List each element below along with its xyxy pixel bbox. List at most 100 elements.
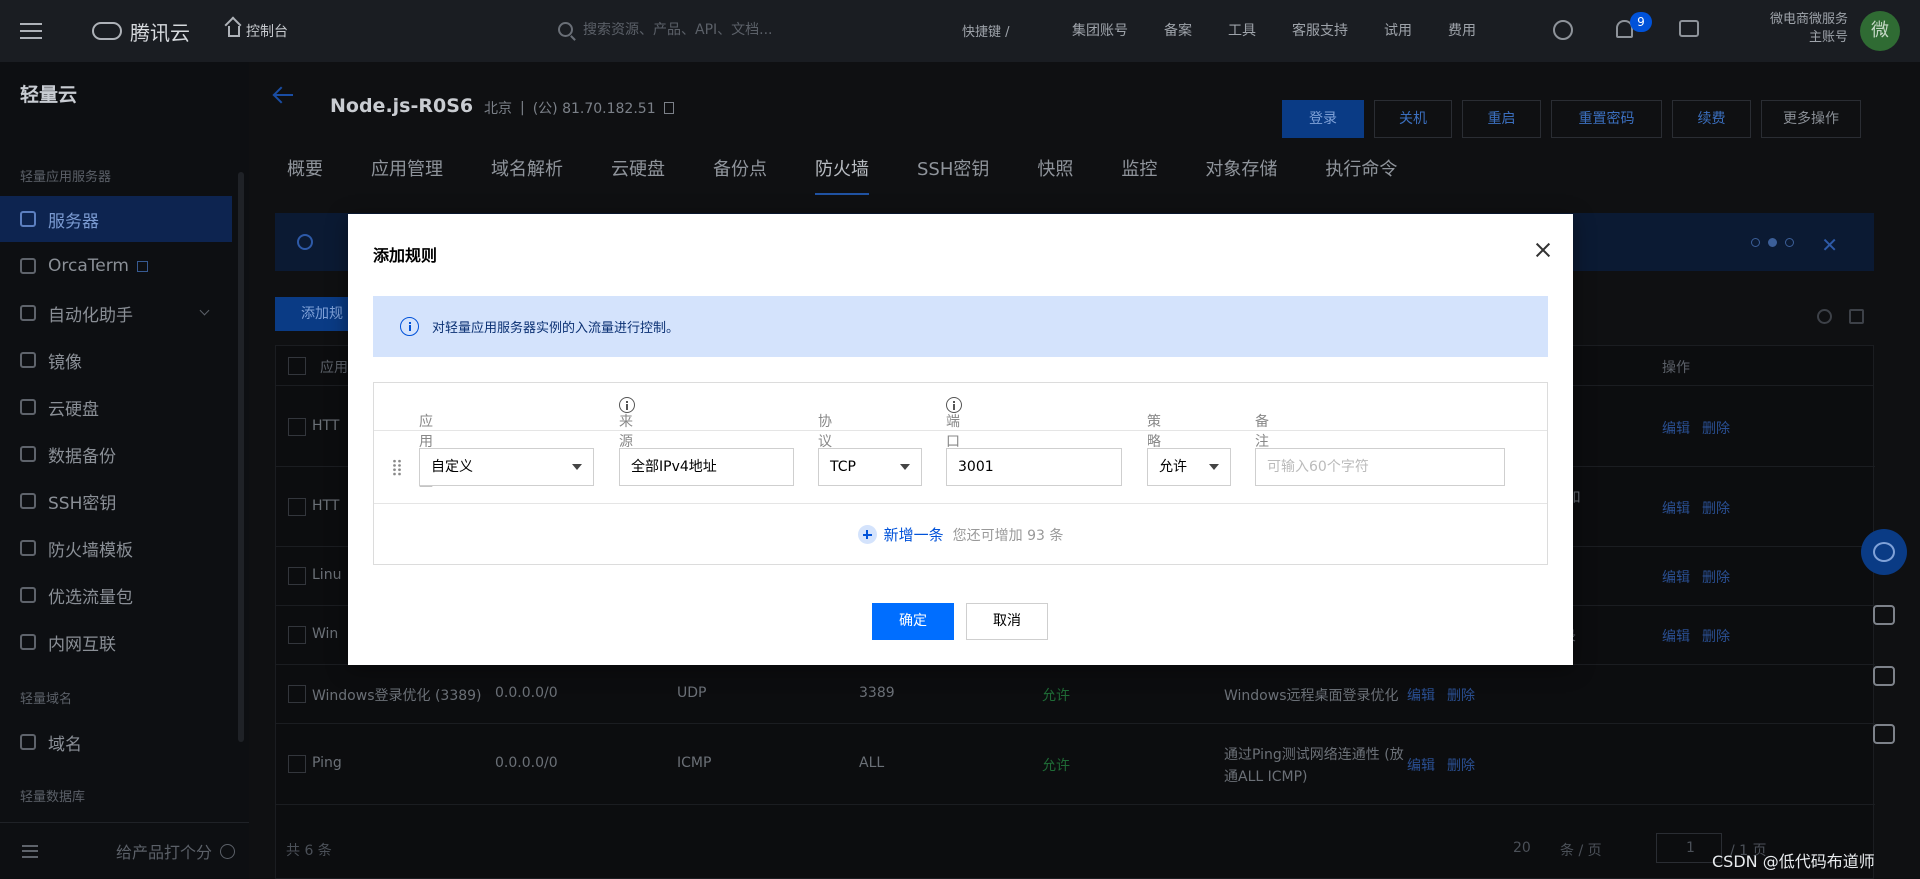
row-checkbox[interactable] <box>288 626 306 644</box>
carousel-dots[interactable] <box>1751 238 1794 247</box>
sidebar-item-assistant[interactable]: 自动化助手 <box>0 290 232 336</box>
tab-run-command[interactable]: 执行命令 <box>1325 155 1397 195</box>
tab-monitor[interactable]: 监控 <box>1121 155 1157 195</box>
sidebar-item-orcaterm[interactable]: OrcaTerm <box>0 243 232 289</box>
row-checkbox[interactable] <box>288 498 306 516</box>
reset-password-button[interactable]: 重置密码 <box>1551 100 1662 138</box>
row-checkbox[interactable] <box>288 755 306 773</box>
app-type-select[interactable]: 自定义 <box>419 448 594 486</box>
plus-circle-icon[interactable] <box>857 525 877 544</box>
source-value: 全部IPv4地址 <box>631 459 717 475</box>
delete-link[interactable]: 删除 <box>1447 755 1475 775</box>
protocol-select[interactable]: TCP <box>818 448 922 486</box>
nav-group-account[interactable]: 集团账号 <box>1072 20 1128 40</box>
nav-support[interactable]: 客服支持 <box>1292 20 1348 40</box>
sidebar-item-image[interactable]: 镜像 <box>0 337 232 383</box>
tab-object-storage[interactable]: 对象存储 <box>1205 155 1277 195</box>
sidebar-item-server[interactable]: 服务器 <box>0 196 232 242</box>
confirm-button[interactable]: 确定 <box>872 603 954 640</box>
nav-beian[interactable]: 备案 <box>1164 20 1192 40</box>
copy-icon[interactable] <box>663 102 674 114</box>
tab-ssh-key[interactable]: SSH密钥 <box>917 155 989 195</box>
sidebar-item-firewall-template[interactable]: 防火墙模板 <box>0 525 232 571</box>
source-input[interactable]: 全部IPv4地址 <box>619 448 794 486</box>
close-icon[interactable] <box>1531 238 1555 262</box>
login-button[interactable]: 登录 <box>1282 100 1364 138</box>
inbox-icon[interactable] <box>1679 20 1699 37</box>
edit-link[interactable]: 编辑 <box>1662 418 1690 438</box>
delete-link[interactable]: 删除 <box>1447 685 1475 705</box>
sidebar-item-traffic[interactable]: 优选流量包 <box>0 572 232 618</box>
user-info[interactable]: 微电商微服务 主账号 <box>1740 11 1848 47</box>
sidebar-item-backup[interactable]: 数据备份 <box>0 431 232 477</box>
backup-icon <box>20 446 36 462</box>
rate-product-link[interactable]: 给产品打个分 <box>116 839 212 863</box>
sidebar-item-domain[interactable]: 域名 <box>0 719 232 765</box>
row-checkbox[interactable] <box>288 567 306 585</box>
sidebar-scrollbar[interactable] <box>238 172 244 742</box>
tab-snapshot[interactable]: 快照 <box>1037 155 1073 195</box>
help-icon[interactable] <box>946 397 962 413</box>
policy-select[interactable]: 允许 <box>1147 448 1231 486</box>
edit-link[interactable]: 编辑 <box>1662 626 1690 646</box>
note-input[interactable]: 可输入60个字符 <box>1255 448 1505 486</box>
list-button[interactable] <box>1861 711 1907 757</box>
protocol-value: TCP <box>830 459 856 475</box>
add-rule-row-link[interactable]: 新增一条 <box>884 524 944 545</box>
select-all-checkbox[interactable] <box>288 357 306 375</box>
console-link[interactable]: 控制台 <box>228 21 288 41</box>
sidebar-group-database: 轻量数据库 <box>20 790 86 805</box>
menu-button[interactable] <box>0 0 62 62</box>
add-rule-button[interactable]: 添加规 <box>275 297 355 331</box>
port-input[interactable]: 3001 <box>946 448 1122 486</box>
renew-button[interactable]: 续费 <box>1672 100 1751 138</box>
row-checkbox[interactable] <box>288 418 306 436</box>
help-icon[interactable] <box>619 397 635 413</box>
refresh-icon[interactable] <box>1817 309 1832 324</box>
close-icon[interactable]: ✕ <box>1821 233 1838 257</box>
edit-link[interactable]: 编辑 <box>1662 498 1690 518</box>
sidebar-group-lighthouse: 轻量应用服务器 <box>20 170 112 185</box>
sidebar-item-network[interactable]: 内网互联 <box>0 619 232 665</box>
collapse-icon[interactable] <box>22 844 38 858</box>
brand-logo[interactable]: 腾讯云 <box>92 17 190 46</box>
download-icon[interactable] <box>1849 309 1864 324</box>
page-size-select[interactable]: 20 <box>1513 840 1531 856</box>
delete-link[interactable]: 删除 <box>1702 498 1730 518</box>
tab-backup[interactable]: 备份点 <box>713 155 767 195</box>
tab-firewall[interactable]: 防火墙 <box>815 155 869 195</box>
sidebar-item-ssh[interactable]: SSH密钥 <box>0 478 232 524</box>
nav-billing[interactable]: 费用 <box>1448 20 1476 40</box>
restart-button[interactable]: 重启 <box>1462 100 1541 138</box>
docs-button[interactable] <box>1861 653 1907 699</box>
tab-app-management[interactable]: 应用管理 <box>371 155 443 195</box>
search-box[interactable]: 搜索资源、产品、API、文档... <box>558 19 773 39</box>
avatar[interactable]: 微 <box>1860 11 1900 51</box>
tab-dns[interactable]: 域名解析 <box>491 155 563 195</box>
delete-link[interactable]: 删除 <box>1702 626 1730 646</box>
caret-down-icon <box>572 464 582 470</box>
shutdown-button[interactable]: 关机 <box>1374 100 1452 138</box>
key-icon <box>20 493 36 509</box>
cloud-assistant-button[interactable] <box>1861 592 1907 638</box>
link-icon[interactable] <box>1553 20 1573 40</box>
delete-link[interactable]: 删除 <box>1702 567 1730 587</box>
nav-trial[interactable]: 试用 <box>1384 20 1412 40</box>
edit-link[interactable]: 编辑 <box>1662 567 1690 587</box>
cancel-button[interactable]: 取消 <box>966 603 1048 640</box>
shield-icon <box>20 540 36 556</box>
drag-handle-icon[interactable] <box>392 459 402 476</box>
tab-overview[interactable]: 概要 <box>287 155 323 195</box>
edit-link[interactable]: 编辑 <box>1407 685 1435 705</box>
customer-service-button[interactable] <box>1861 529 1907 575</box>
sidebar-item-disk[interactable]: 云硬盘 <box>0 384 232 430</box>
delete-link[interactable]: 删除 <box>1702 418 1730 438</box>
row-checkbox[interactable] <box>288 685 306 703</box>
nav-tools[interactable]: 工具 <box>1228 20 1256 40</box>
cell-app: HTT <box>312 498 340 514</box>
tab-disk[interactable]: 云硬盘 <box>611 155 665 195</box>
back-arrow-icon[interactable] <box>275 94 293 96</box>
edit-link[interactable]: 编辑 <box>1407 755 1435 775</box>
more-actions-button[interactable]: 更多操作 <box>1761 100 1861 138</box>
table-footer: 共 6 条 20 条 / 页 1 / 1 页 <box>276 822 1875 878</box>
